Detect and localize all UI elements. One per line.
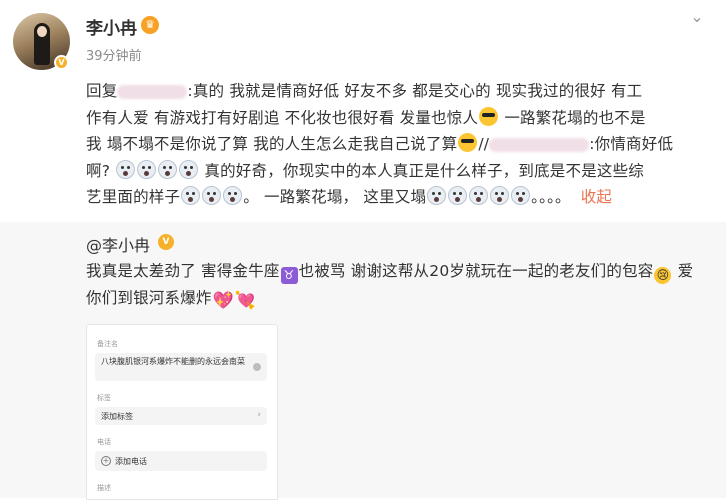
shocked-emoji-icon [158,159,178,179]
shocked-emoji-icon [181,186,201,205]
blurred-username [489,137,590,152]
sunglasses-emoji-icon [479,106,499,126]
post-text-line5c: 。。。。 [531,188,571,206]
shocked-emoji-icon [427,186,447,205]
repost-separator: // [478,135,490,153]
repost-author-link[interactable]: @李小冉 [86,232,150,256]
post-text-line2: 作有人爱 有游戏打有好剧追 不化妆也很好看 发量也惊人 [86,108,479,127]
post-text-line3c: :你情商好低 [589,135,674,153]
repost-text-part: 我真是太差劲了 害得金牛座 [86,262,280,280]
shocked-emoji-icon [202,186,222,205]
post-text-line3: 我 塌不塌不是你说了算 我的人生怎么走我自己说了算 [86,135,458,153]
plus-icon: + [101,456,111,466]
post-text-line5b: 。 一路繁花塌， 这里又塌 [243,188,427,206]
shocked-emoji-icon [490,186,510,205]
remark-value: 八块腹肌银河系爆炸不能删的永远会南菜 [101,357,245,366]
shocked-emoji-icon [179,159,199,179]
crown-badge-icon[interactable]: ♛ [141,16,159,34]
verified-badge-icon: V [158,234,174,250]
post-text-line2b: 一路繁花塌的也不是 [499,108,646,127]
repost-text-part: 你们到银河系爆炸 [86,288,212,307]
avatar-face [37,26,47,37]
post-text-line4b: 真的好奇，你现实中的本人真正是什么样子，到底是不是这些综 [199,161,644,180]
shocked-emoji-icon [223,186,243,205]
blurred-username [117,84,188,99]
repost-text: 我真是太差劲了 害得金牛座 ♉ 也被骂 谢谢这帮从20岁就玩在一起的老友们的包容 😢 … [86,258,714,311]
attached-image[interactable]: 备注名 八块腹肌银河系爆炸不能删的永远会南菜 标签 添加标签 › 电话 + 添加… [86,324,278,500]
verified-badge-icon: V [54,55,69,70]
sunglasses-emoji-icon [458,133,478,152]
phone-label: 电话 [97,438,111,446]
chevron-right-icon: › [257,410,261,420]
reply-prefix: 回复 [86,82,118,100]
shocked-emoji-icon [469,186,489,205]
shocked-emoji-icon [116,159,136,179]
desc-label: 描述 [97,484,111,492]
add-tag-text: 添加标签 [101,412,133,421]
post-text-line5: 艺里面的样子 [86,188,181,206]
repost-text-part: 爱 [672,262,694,280]
remark-field: 八块腹肌银河系爆炸不能删的永远会南菜 [95,353,267,381]
crying-emoji-icon: 😢 [654,267,672,284]
shocked-emoji-icon [511,186,531,205]
shocked-emoji-icon [137,159,157,179]
chevron-down-icon[interactable]: ⌄ [686,6,708,28]
repost-text-part: 也被骂 谢谢这帮从20岁就玩在一起的老友们的包容 [298,262,654,280]
add-phone-row: + 添加电话 [95,451,267,471]
user-name[interactable]: 李小冉 [86,14,137,39]
shocked-emoji-icon [448,186,468,205]
taurus-zodiac-icon: ♉ [280,267,298,284]
tags-label: 标签 [97,394,111,402]
post-body: 回复 :真的 我就是情商好低 好友不多 都是交心的 现实我过的很好 有工 作有人爱… [86,78,696,211]
heart-icon: 💘 [234,290,256,311]
collapse-link[interactable]: 收起 [581,188,612,206]
post-text-line4: 啊? [86,161,116,180]
add-phone-text: 添加电话 [115,457,147,466]
post-text-line1: :真的 我就是情商好低 好友不多 都是交心的 现实我过的很好 有工 [187,82,643,100]
post-time[interactable]: 39分钟前 [86,45,142,64]
heart-icon: 💖 [212,290,234,311]
repost-card[interactable]: @李小冉 V 我真是太差劲了 害得金牛座 ♉ 也被骂 谢谢这帮从20岁就玩在一起的老… [0,222,726,500]
add-tag-row: 添加标签 › [95,407,267,425]
remark-label: 备注名 [97,340,118,348]
clear-icon [253,363,261,371]
